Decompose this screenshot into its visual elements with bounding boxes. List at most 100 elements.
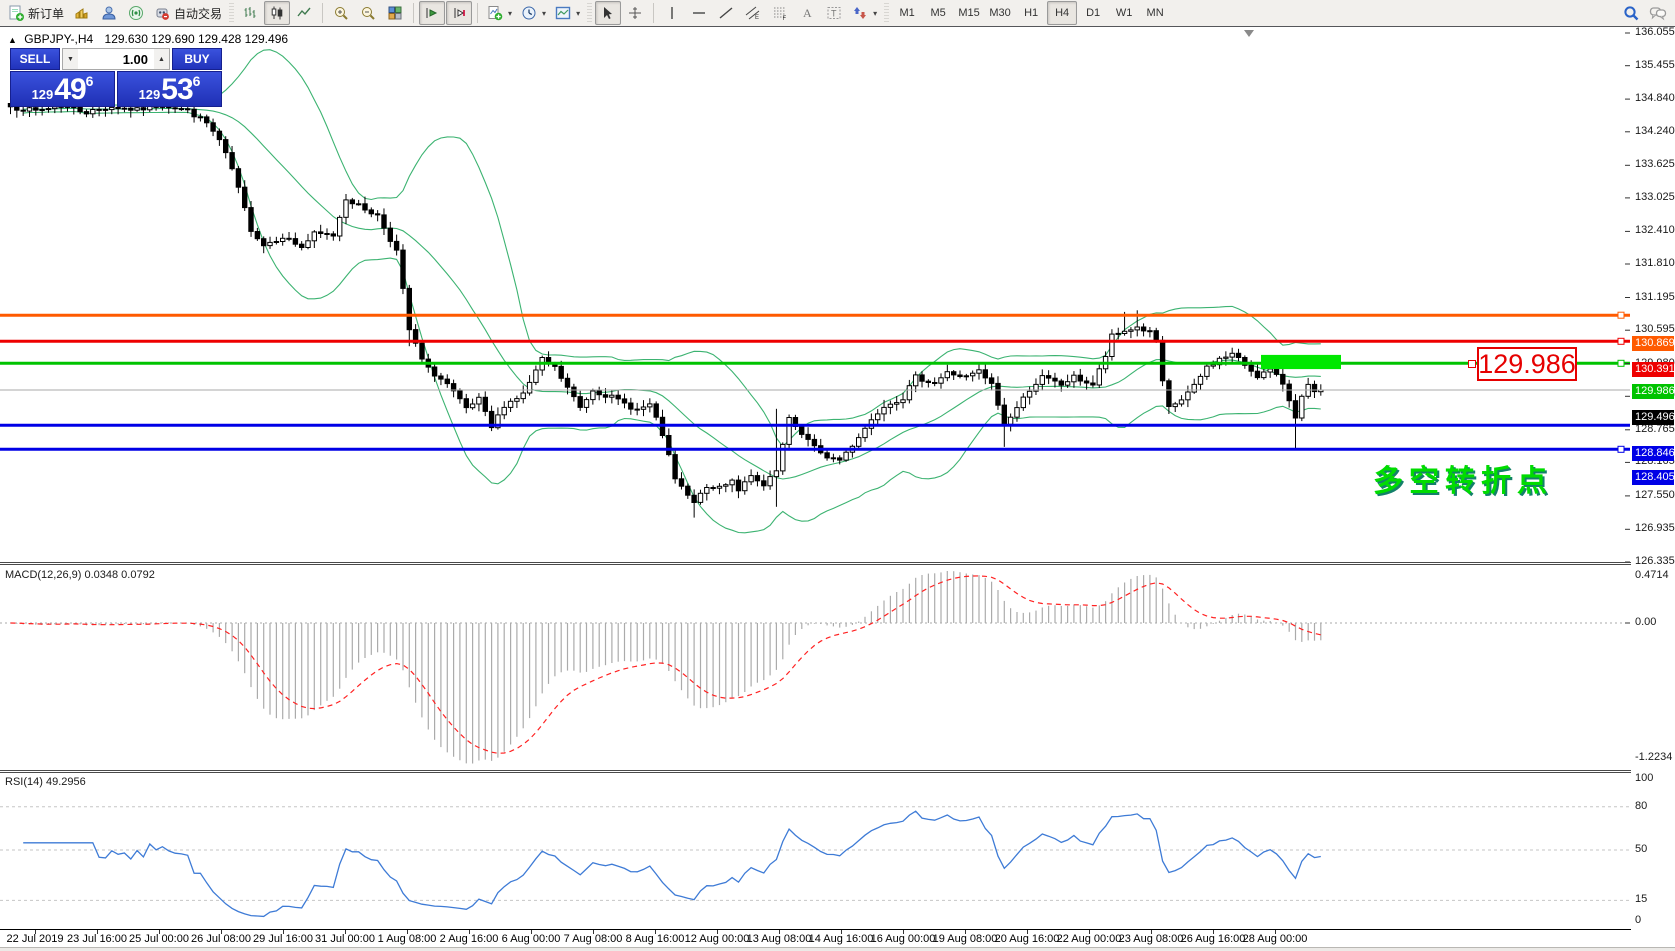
chart-shift-button[interactable] bbox=[446, 1, 472, 25]
candle-chart-icon bbox=[269, 5, 285, 21]
bear-candle bbox=[933, 383, 937, 384]
cursor-button[interactable] bbox=[595, 1, 621, 25]
price-annotation-box[interactable]: 129.986 bbox=[1477, 347, 1577, 381]
horizontal-line-button[interactable] bbox=[686, 1, 712, 25]
bear-candle bbox=[394, 241, 398, 250]
bear-candle bbox=[838, 458, 842, 460]
collapse-panel-icon[interactable]: ▲ bbox=[8, 35, 17, 45]
bull-candle bbox=[945, 372, 949, 378]
time-axis-label: 13 Aug 08:00 bbox=[747, 933, 812, 945]
volume-input[interactable]: 1.00 bbox=[78, 49, 154, 69]
chat-button[interactable] bbox=[1645, 1, 1671, 25]
trend-line-button[interactable] bbox=[713, 1, 739, 25]
line-anchor-square[interactable] bbox=[1618, 338, 1624, 344]
timeframe-h1-button[interactable]: H1 bbox=[1016, 1, 1046, 25]
sell-price-button[interactable]: 129 49 6 bbox=[10, 71, 115, 107]
zoom-in-button[interactable] bbox=[328, 1, 354, 25]
vertical-line-icon bbox=[664, 5, 680, 21]
price-tick-label: 126.335 bbox=[1635, 555, 1675, 567]
timeframe-m1-button[interactable]: M1 bbox=[892, 1, 922, 25]
bear-candle bbox=[565, 378, 569, 387]
zoom-out-button[interactable] bbox=[355, 1, 381, 25]
price-axis[interactable]: 136.055135.455134.840134.240133.625133.0… bbox=[1631, 28, 1675, 947]
bear-candle bbox=[629, 403, 633, 409]
buy-price-button[interactable]: 129 53 6 bbox=[117, 71, 222, 107]
bar-chart-button[interactable] bbox=[237, 1, 263, 25]
line-anchor-square[interactable] bbox=[1618, 446, 1624, 452]
sell-button[interactable]: SELL bbox=[10, 48, 60, 70]
price-tick-label: 126.935 bbox=[1635, 522, 1675, 534]
time-axis-label: 29 Jul 16:00 bbox=[253, 933, 313, 945]
bear-candle bbox=[439, 376, 443, 379]
text-button[interactable]: A bbox=[794, 1, 820, 25]
macd-axis-zero: 0.00 bbox=[1635, 616, 1656, 628]
indicators-button[interactable]: ▾ bbox=[483, 1, 516, 25]
bear-candle bbox=[1084, 381, 1088, 383]
bear-candle bbox=[578, 397, 582, 408]
highlight-rectangle[interactable] bbox=[1261, 355, 1341, 369]
auto-trading-button[interactable]: 自动交易 bbox=[150, 1, 226, 25]
volume-up-button[interactable]: ▲ bbox=[154, 49, 169, 69]
bear-candle bbox=[762, 481, 766, 486]
search-button[interactable] bbox=[1618, 1, 1644, 25]
bear-candle bbox=[686, 486, 690, 495]
crosshair-button[interactable] bbox=[622, 1, 648, 25]
bull-candle bbox=[1268, 369, 1272, 372]
timeframe-m5-button[interactable]: M5 bbox=[923, 1, 953, 25]
time-axis-label: 8 Aug 16:00 bbox=[626, 933, 685, 945]
auto-scroll-button[interactable] bbox=[419, 1, 445, 25]
bear-candle bbox=[293, 239, 297, 245]
bull-candle bbox=[749, 476, 753, 482]
timeframe-m15-button[interactable]: M15 bbox=[954, 1, 984, 25]
periods-button[interactable]: ▾ bbox=[517, 1, 550, 25]
timeframe-m30-button[interactable]: M30 bbox=[985, 1, 1015, 25]
timeframe-h4-button[interactable]: H4 bbox=[1047, 1, 1077, 25]
tile-windows-button[interactable] bbox=[382, 1, 408, 25]
fibonacci-button[interactable]: F bbox=[767, 1, 793, 25]
vertical-line-button[interactable] bbox=[659, 1, 685, 25]
bull-candle bbox=[698, 493, 702, 502]
window-bottom-strip bbox=[0, 947, 1675, 951]
equidistant-channel-button[interactable]: E bbox=[740, 1, 766, 25]
arrows-icon bbox=[852, 5, 868, 21]
line-anchor-square[interactable] bbox=[1618, 312, 1624, 318]
bull-candle bbox=[977, 370, 981, 373]
bear-candle bbox=[958, 375, 962, 377]
price-line-badge: 128.405 bbox=[1632, 470, 1674, 485]
timeframe-w1-button[interactable]: W1 bbox=[1109, 1, 1139, 25]
bull-candle bbox=[306, 241, 310, 248]
line-anchor-square[interactable] bbox=[1618, 360, 1624, 366]
svg-text:F: F bbox=[783, 16, 787, 21]
chart-ohlc-title: ▲ GBPJPY-,H4 129.630 129.690 129.428 129… bbox=[8, 32, 288, 46]
signals-button[interactable] bbox=[123, 1, 149, 25]
macd-canvas[interactable] bbox=[0, 565, 1630, 770]
navigator-button[interactable] bbox=[96, 1, 122, 25]
text-label-button[interactable]: T bbox=[821, 1, 847, 25]
price-tick-label: 134.240 bbox=[1635, 125, 1675, 137]
timeframe-mn-button[interactable]: MN bbox=[1140, 1, 1170, 25]
bull-candle bbox=[1211, 365, 1215, 366]
rsi-panel[interactable]: RSI(14) 49.2956 bbox=[0, 773, 1632, 929]
chart-shift-marker-icon[interactable] bbox=[1244, 30, 1254, 37]
new-order-button[interactable]: 新订单 bbox=[4, 1, 68, 25]
bear-candle bbox=[1059, 381, 1063, 385]
bear-candle bbox=[350, 200, 354, 204]
volume-down-button[interactable]: ▼ bbox=[63, 49, 78, 69]
arrows-button[interactable]: ▾ bbox=[848, 1, 881, 25]
pivot-note-text[interactable]: 多空转折点 bbox=[1373, 456, 1553, 500]
bull-candle bbox=[356, 204, 360, 205]
toolbar-separator bbox=[477, 3, 478, 23]
rsi-canvas[interactable] bbox=[0, 773, 1630, 929]
annotation-anchor-square[interactable] bbox=[1468, 360, 1476, 368]
new-order-label: 新订单 bbox=[28, 5, 64, 22]
macd-panel[interactable]: MACD(12,26,9) 0.0348 0.0792 bbox=[0, 565, 1632, 770]
timeframe-d1-button[interactable]: D1 bbox=[1078, 1, 1108, 25]
candle-chart-button[interactable] bbox=[264, 1, 290, 25]
templates-button[interactable]: ▾ bbox=[551, 1, 584, 25]
market-watch-button[interactable] bbox=[69, 1, 95, 25]
time-axis[interactable]: 22 Jul 201923 Jul 16:0025 Jul 00:0026 Ju… bbox=[0, 929, 1631, 948]
line-chart-button[interactable] bbox=[291, 1, 317, 25]
bear-candle bbox=[1255, 371, 1259, 377]
toolbar-separator bbox=[653, 3, 654, 23]
buy-button[interactable]: BUY bbox=[172, 48, 222, 70]
